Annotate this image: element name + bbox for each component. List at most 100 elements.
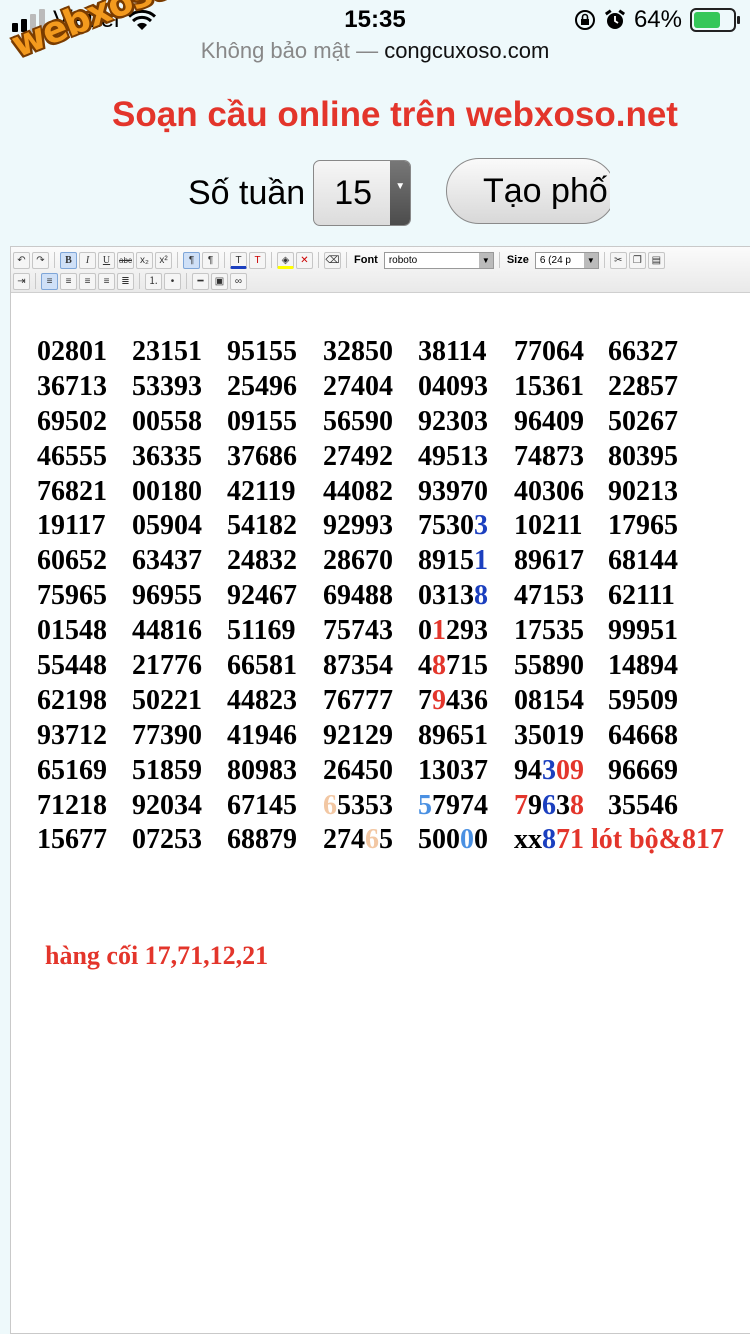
cell-segment: 3 — [556, 789, 570, 821]
cell-segment: 51859 — [132, 754, 202, 786]
cell-segment: 8 — [432, 650, 446, 682]
font-value: roboto — [388, 254, 418, 266]
create-button[interactable]: Tạo phố — [446, 158, 616, 224]
link-icon[interactable]: ∞ — [230, 272, 247, 290]
ordered-list-icon[interactable]: ⒈ — [145, 272, 162, 290]
copy-icon[interactable]: ❐ — [628, 251, 646, 269]
grid-cell: 35019 — [514, 719, 584, 754]
grid-cell: 53393 — [132, 370, 202, 405]
cell-segment: 71218 — [37, 789, 107, 821]
align-justify-icon[interactable]: ≡ — [98, 272, 115, 290]
italic-button[interactable]: I — [79, 251, 96, 269]
remove-highlight-icon[interactable]: ✕ — [296, 251, 313, 269]
grid-cell: 75965 — [37, 579, 107, 614]
cell-segment: 15361 — [514, 370, 584, 402]
cell-segment: 69502 — [37, 405, 107, 437]
grid-cell: 65169 — [37, 754, 107, 789]
cell-segment: 17535 — [514, 615, 584, 647]
strikethrough-button[interactable]: abc — [117, 251, 134, 269]
cell-segment: 80983 — [227, 754, 297, 786]
unordered-list-icon[interactable]: • — [164, 272, 181, 290]
grid-row: 65169 51859 80983 26450 13037 94309 96669 — [37, 754, 750, 789]
cell-segment: 21776 — [132, 650, 202, 682]
size-label: Size — [506, 254, 529, 266]
font-select[interactable]: roboto ▼ — [383, 251, 494, 269]
grid-cell: 02801 — [37, 335, 107, 370]
subscript-button[interactable]: x₂ — [136, 251, 153, 269]
grid-cell: 89151 — [418, 544, 488, 579]
grid-cell: 14894 — [608, 649, 678, 684]
redo-icon[interactable]: ↷ — [32, 251, 49, 269]
cell-segment: 92303 — [418, 405, 488, 437]
grid-cell: 69488 — [323, 579, 393, 614]
image-icon[interactable]: ▣ — [211, 272, 228, 290]
grid-cell: 92034 — [132, 789, 202, 824]
cell-segment: 89617 — [514, 545, 584, 577]
cell-segment: 50267 — [608, 405, 678, 437]
eraser-icon[interactable]: ⌫ — [324, 251, 341, 269]
grid-cell: 46555 — [37, 440, 107, 475]
rtl-icon[interactable]: ¶ — [202, 251, 219, 269]
bold-button[interactable]: B — [60, 251, 77, 269]
cell-segment: 15677 — [37, 824, 107, 856]
ltr-icon[interactable]: ¶ — [183, 251, 200, 269]
cell-segment: 55890 — [514, 650, 584, 682]
cell-segment: 44823 — [227, 684, 297, 716]
align-left-icon[interactable]: ≡ — [41, 272, 58, 290]
cell-segment: 92129 — [323, 719, 393, 751]
undo-icon[interactable]: ↶ — [13, 251, 30, 269]
cell-segment: 32850 — [323, 336, 393, 367]
cell-segment: 51169 — [227, 615, 296, 647]
grid-cell: 22857 — [608, 370, 678, 405]
cell-segment: 55448 — [37, 650, 107, 682]
cell-segment: 7 — [418, 684, 432, 716]
align-full-icon[interactable]: ≣ — [117, 272, 134, 290]
grid-cell: 17965 — [608, 509, 678, 544]
remove-format-icon[interactable]: T — [249, 251, 266, 269]
text-color-icon[interactable]: T — [230, 251, 247, 269]
cell-segment: 46555 — [37, 440, 107, 472]
cell-segment: 3 — [474, 510, 488, 542]
editor-content[interactable]: 02801 23151 95155 32850 38114 77064 66327 36713… — [37, 335, 750, 970]
grid-cell: 07253 — [132, 823, 202, 858]
grid-cell: 51169 — [227, 614, 295, 649]
address-bar[interactable]: Không bảo mật — congcuxoso.com — [0, 38, 750, 72]
cell-segment: 0 — [460, 824, 474, 856]
align-center-icon[interactable]: ≡ — [60, 272, 77, 290]
weeks-select[interactable]: 15 ▼ — [313, 160, 412, 226]
cell-segment: 59509 — [608, 684, 678, 716]
cell-segment: 66581 — [227, 650, 297, 682]
grid-cell: 55890 — [514, 649, 584, 684]
grid-cell: 59509 — [608, 684, 678, 719]
cell-segment: 05904 — [132, 510, 202, 542]
grid-cell: 00180 — [132, 475, 202, 510]
cell-segment: 96955 — [132, 580, 202, 612]
grid-cell: 35546 — [608, 789, 678, 824]
cell-segment: 19117 — [37, 510, 106, 542]
size-select[interactable]: 6 (24 p ▼ — [534, 251, 599, 269]
cut-icon[interactable]: ✂ — [609, 251, 627, 269]
grid-cell: 38114 — [418, 335, 486, 370]
cell-segment: 23151 — [132, 336, 202, 367]
grid-cell: 49513 — [418, 440, 488, 475]
horizontal-rule-icon[interactable]: ━ — [192, 272, 209, 290]
highlight-color-icon[interactable]: ◈ — [277, 251, 294, 269]
underline-button[interactable]: U — [98, 251, 115, 269]
align-right-icon[interactable]: ≡ — [79, 272, 96, 290]
grid-cell: 94309 — [514, 754, 584, 789]
grid-cell: 60652 — [37, 544, 107, 579]
grid-cell: 25496 — [227, 370, 297, 405]
grid-cell: 41946 — [227, 719, 297, 754]
cell-segment: 6 — [542, 789, 556, 821]
cell-segment: 94 — [514, 754, 542, 786]
cell-segment: 90213 — [608, 475, 678, 507]
superscript-button[interactable]: x² — [155, 251, 172, 269]
cell-segment: 77390 — [132, 719, 202, 751]
cell-segment: 24832 — [227, 545, 297, 577]
indent-icon[interactable]: ⇥ — [13, 272, 30, 290]
rich-text-editor[interactable]: ↶ ↷ B I U abc x₂ x² ¶ ¶ T T ◈ ✕ ⌫ Font r… — [10, 246, 750, 1334]
paste-icon[interactable]: ▤ — [647, 251, 665, 269]
cell-segment: 35546 — [608, 789, 678, 821]
grid-cell: 89617 — [514, 544, 584, 579]
cell-segment: 62111 — [608, 580, 675, 612]
